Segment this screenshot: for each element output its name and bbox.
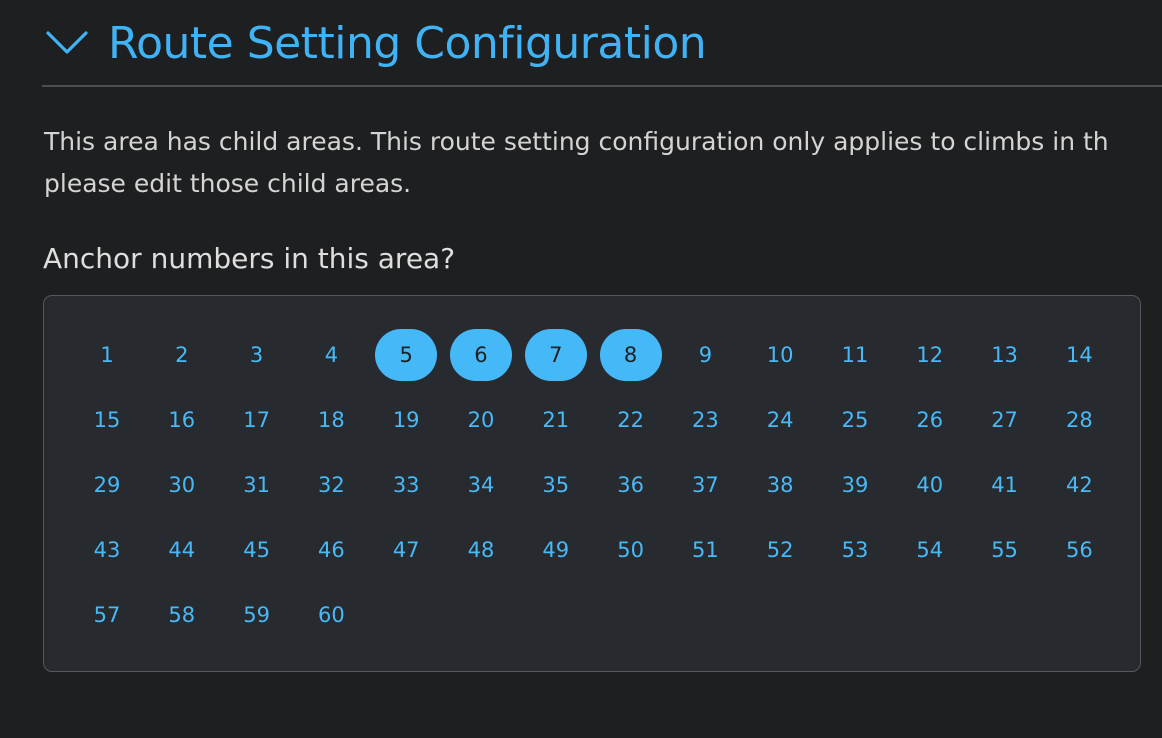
anchor-chip[interactable]: 39 <box>824 459 886 511</box>
anchor-chip[interactable]: 46 <box>300 524 362 576</box>
anchor-chip[interactable]: 3 <box>226 329 288 381</box>
anchor-chip[interactable]: 21 <box>525 394 587 446</box>
anchor-chip[interactable]: 52 <box>749 524 811 576</box>
anchor-chip[interactable]: 33 <box>375 459 437 511</box>
anchor-chip[interactable]: 9 <box>674 329 736 381</box>
anchor-chip[interactable]: 26 <box>899 394 961 446</box>
anchor-chip[interactable]: 20 <box>450 394 512 446</box>
anchor-chip[interactable]: 36 <box>600 459 662 511</box>
description-text: This area has child areas. This route se… <box>44 121 1162 205</box>
anchor-chip-selected[interactable]: 6 <box>449 329 512 381</box>
anchor-chip[interactable]: 49 <box>525 524 587 576</box>
anchor-chip[interactable]: 47 <box>375 524 437 576</box>
anchor-chip[interactable]: 12 <box>899 329 961 381</box>
anchor-chip[interactable]: 23 <box>674 394 736 446</box>
anchor-chip[interactable]: 4 <box>300 329 362 381</box>
anchor-chip[interactable]: 31 <box>226 459 288 511</box>
anchor-chip[interactable]: 34 <box>450 459 512 511</box>
anchor-chip[interactable]: 42 <box>1048 459 1110 511</box>
anchor-chip[interactable]: 35 <box>525 459 587 511</box>
anchor-chip[interactable]: 30 <box>151 459 213 511</box>
anchor-chip[interactable]: 44 <box>151 524 213 576</box>
description-line-1: This area has child areas. This route se… <box>44 127 1109 156</box>
anchor-chip[interactable]: 16 <box>151 394 213 446</box>
anchor-chip[interactable]: 58 <box>151 589 213 641</box>
anchor-chip[interactable]: 40 <box>899 459 961 511</box>
anchor-chip[interactable]: 38 <box>749 459 811 511</box>
anchor-chip[interactable]: 2 <box>151 329 213 381</box>
anchor-chip[interactable]: 43 <box>76 524 138 576</box>
section-divider <box>42 85 1162 87</box>
description-line-2: please edit those child areas. <box>44 169 412 198</box>
anchor-chip-selected[interactable]: 8 <box>599 329 662 381</box>
anchor-chip[interactable]: 24 <box>749 394 811 446</box>
anchor-chip[interactable]: 48 <box>450 524 512 576</box>
anchor-question-label: Anchor numbers in this area? <box>43 242 456 275</box>
anchor-chip[interactable]: 19 <box>375 394 437 446</box>
anchor-chip[interactable]: 17 <box>226 394 288 446</box>
anchor-selector-panel: 1 2 3 4 5 6 7 8 9 10 11 12 13 14 15 16 17 18 19 20 21 22 23 24 2… <box>43 295 1141 672</box>
anchor-chip[interactable]: 51 <box>674 524 736 576</box>
anchor-chip[interactable]: 53 <box>824 524 886 576</box>
anchor-chip-selected[interactable]: 7 <box>524 329 587 381</box>
anchor-chip[interactable]: 11 <box>824 329 886 381</box>
anchor-chip[interactable]: 45 <box>226 524 288 576</box>
anchor-number-grid: 1 2 3 4 5 6 7 8 9 10 11 12 13 14 15 16 17 18 19 20 21 22 23 24 2… <box>76 329 1110 641</box>
anchor-chip[interactable]: 32 <box>300 459 362 511</box>
anchor-chip[interactable]: 25 <box>824 394 886 446</box>
anchor-chip[interactable]: 57 <box>76 589 138 641</box>
anchor-chip[interactable]: 50 <box>600 524 662 576</box>
anchor-chip-selected[interactable]: 5 <box>375 329 438 381</box>
anchor-chip[interactable]: 56 <box>1048 524 1110 576</box>
anchor-chip[interactable]: 18 <box>300 394 362 446</box>
anchor-chip[interactable]: 14 <box>1048 329 1110 381</box>
anchor-chip[interactable]: 13 <box>974 329 1036 381</box>
anchor-chip[interactable]: 29 <box>76 459 138 511</box>
anchor-chip[interactable]: 59 <box>226 589 288 641</box>
anchor-chip[interactable]: 55 <box>974 524 1036 576</box>
anchor-chip[interactable]: 10 <box>749 329 811 381</box>
anchor-chip[interactable]: 60 <box>300 589 362 641</box>
anchor-chip[interactable]: 15 <box>76 394 138 446</box>
anchor-chip[interactable]: 27 <box>974 394 1036 446</box>
chevron-down-icon[interactable] <box>44 19 92 67</box>
anchor-chip[interactable]: 22 <box>600 394 662 446</box>
chevron-down-icon-glyph <box>46 31 88 54</box>
anchor-chip[interactable]: 37 <box>674 459 736 511</box>
anchor-chip[interactable]: 28 <box>1048 394 1110 446</box>
section-header[interactable]: Route Setting Configuration <box>44 10 1162 76</box>
anchor-chip[interactable]: 1 <box>76 329 138 381</box>
anchor-chip[interactable]: 41 <box>974 459 1036 511</box>
anchor-chip[interactable]: 54 <box>899 524 961 576</box>
section-title: Route Setting Configuration <box>108 17 707 69</box>
